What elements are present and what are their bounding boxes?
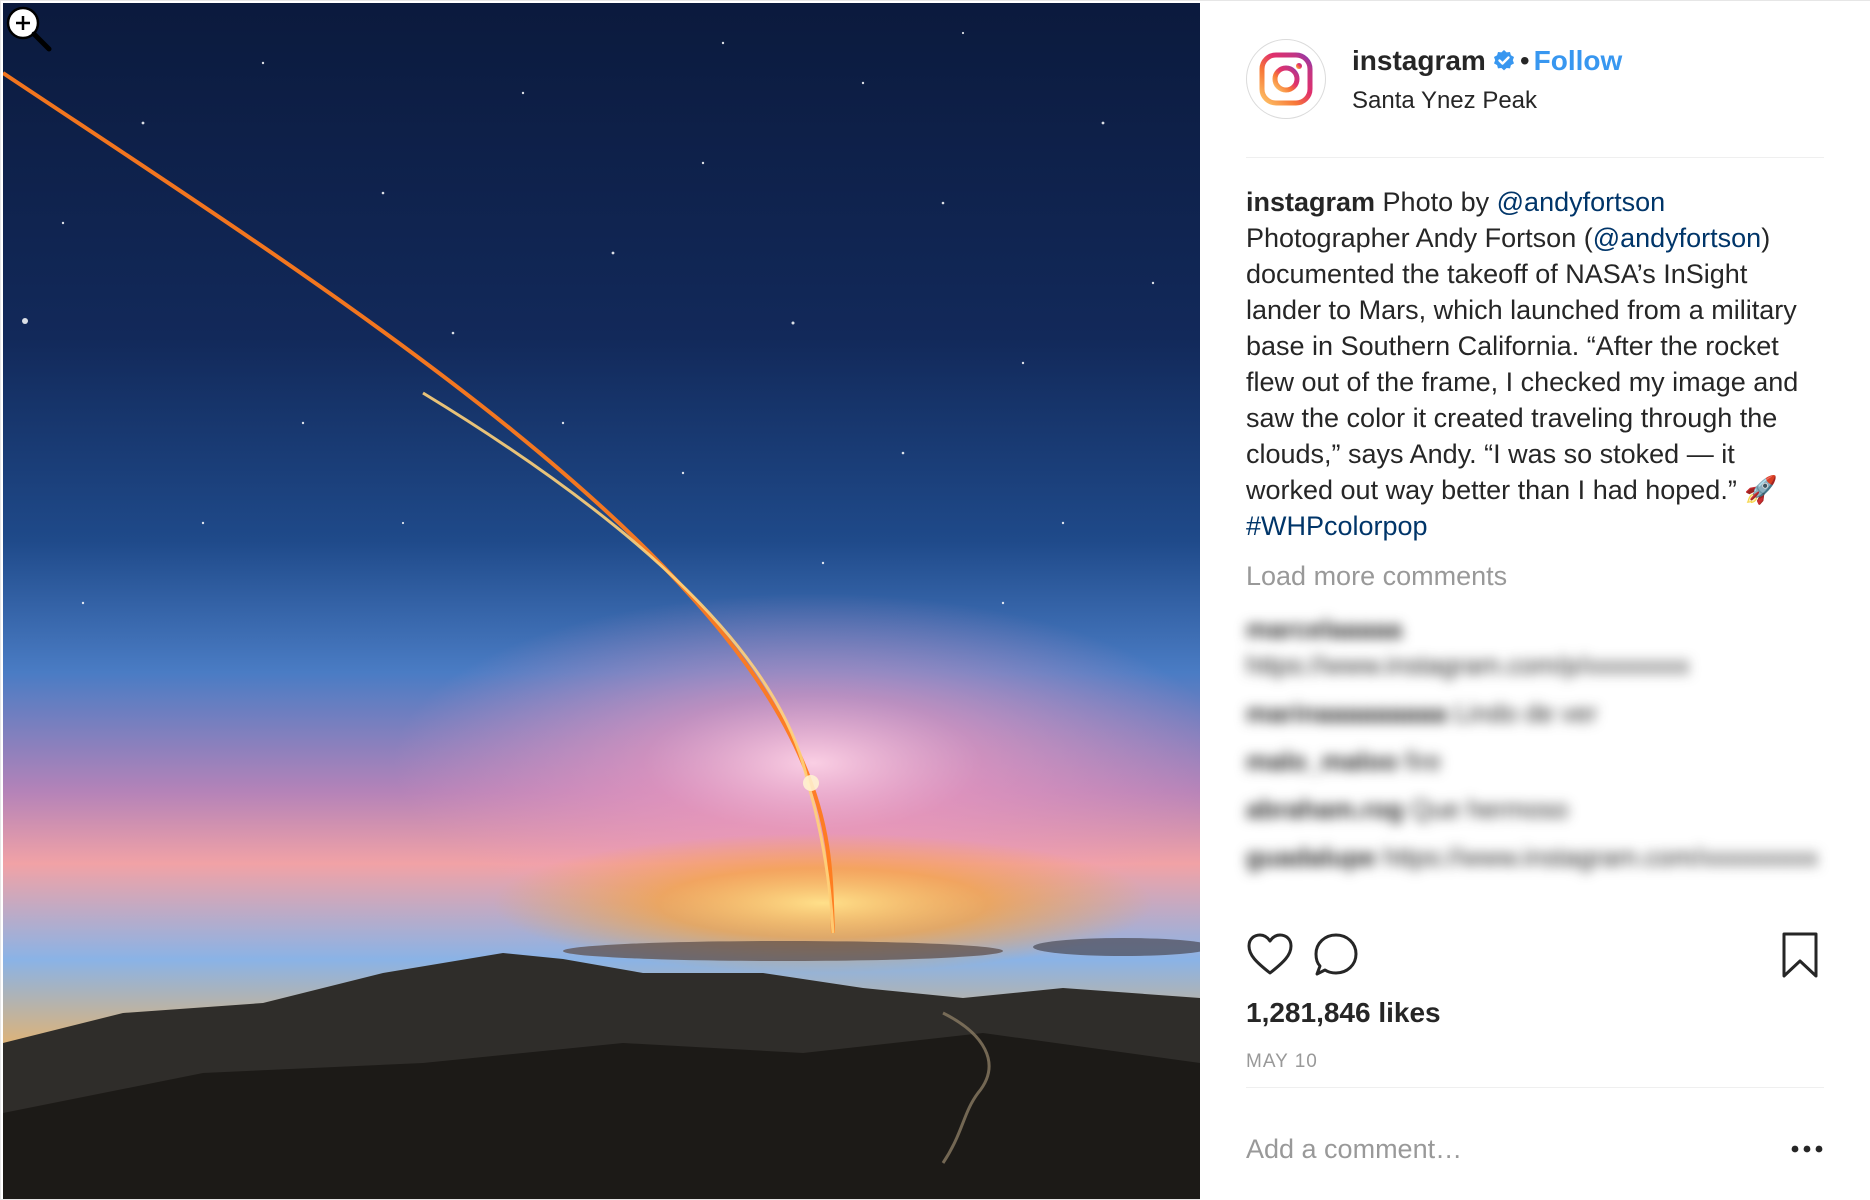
more-options-icon[interactable] [1790, 1139, 1824, 1159]
caption-username[interactable]: instagram [1246, 187, 1375, 217]
comment-text: https://www.instagram.com/p/xxxxxxxx [1246, 650, 1690, 680]
comment-box [1246, 1127, 1824, 1171]
instagram-post: instagram • Follow Santa Ynez Peak instag… [0, 0, 1870, 1200]
comment-item: marcelaaaaa https://www.instagram.com/p/… [1246, 611, 1826, 683]
footer-divider [1246, 1087, 1824, 1088]
comment-item: abraham.rog Que hermoso [1246, 791, 1826, 827]
caption-text-2: Photographer Andy Fortson ( [1246, 223, 1593, 253]
follow-button[interactable]: Follow [1534, 45, 1623, 76]
post-location[interactable]: Santa Ynez Peak [1352, 87, 1622, 115]
zoom-in-cursor-icon [6, 6, 52, 52]
verified-badge-icon [1493, 50, 1514, 71]
heart-icon[interactable] [1246, 931, 1294, 979]
comment-text: Que hermoso [1410, 794, 1569, 824]
post-date[interactable]: MAY 10 [1246, 1051, 1318, 1073]
post-header: instagram • Follow Santa Ynez Peak [1246, 39, 1824, 119]
comments-list: marcelaaaaa https://www.instagram.com/p/… [1246, 611, 1826, 887]
caption-mention-2[interactable]: @andyfortson [1593, 223, 1762, 253]
comment-username[interactable]: abraham.rog [1246, 794, 1404, 824]
caption-text-3: ) documented the takeoff of NASA’s InSig… [1246, 223, 1799, 505]
bookmark-icon[interactable] [1776, 931, 1824, 979]
header-divider [1246, 157, 1824, 158]
comment-username[interactable]: malo_maloo [1246, 746, 1398, 776]
comment-item: marinaaaaaaaaa Lindo de ver [1246, 695, 1826, 731]
post-side-panel: instagram • Follow Santa Ynez Peak instag… [1200, 1, 1870, 1200]
post-caption: instagram Photo by @andyfortson Photogra… [1246, 184, 1826, 544]
post-photo[interactable] [3, 3, 1200, 1199]
add-comment-input[interactable] [1246, 1127, 1766, 1171]
caption-text-1: Photo by [1375, 187, 1497, 217]
header-separator: • [1519, 45, 1530, 76]
comment-text: https://www.instagram.com/xxxxxxxxx [1383, 842, 1819, 872]
comment-bubble-icon[interactable] [1312, 931, 1360, 979]
instagram-logo-icon [1259, 52, 1313, 106]
comment-text: fire [1404, 746, 1442, 776]
caption-hashtag[interactable]: #WHPcolorpop [1246, 511, 1428, 541]
action-bar [1246, 931, 1824, 983]
caption-mention-1[interactable]: @andyfortson [1497, 187, 1666, 217]
comment-text: Lindo de ver [1454, 698, 1598, 728]
comment-username[interactable]: guadalupe [1246, 842, 1376, 872]
load-more-comments-button[interactable]: Load more comments [1246, 561, 1507, 592]
header-text: instagram • Follow Santa Ynez Peak [1352, 45, 1622, 115]
comment-username[interactable]: marinaaaaaaaaa [1246, 698, 1447, 728]
comment-username[interactable]: marcelaaaaa [1246, 614, 1402, 644]
account-username[interactable]: instagram [1352, 45, 1486, 76]
photo-artwork [3, 31, 1200, 1199]
comment-item: malo_maloo fire [1246, 743, 1826, 779]
comment-item: guadalupe https://www.instagram.com/xxxx… [1246, 839, 1826, 875]
avatar[interactable] [1246, 39, 1326, 119]
likes-count[interactable]: 1,281,846 likes [1246, 997, 1441, 1029]
